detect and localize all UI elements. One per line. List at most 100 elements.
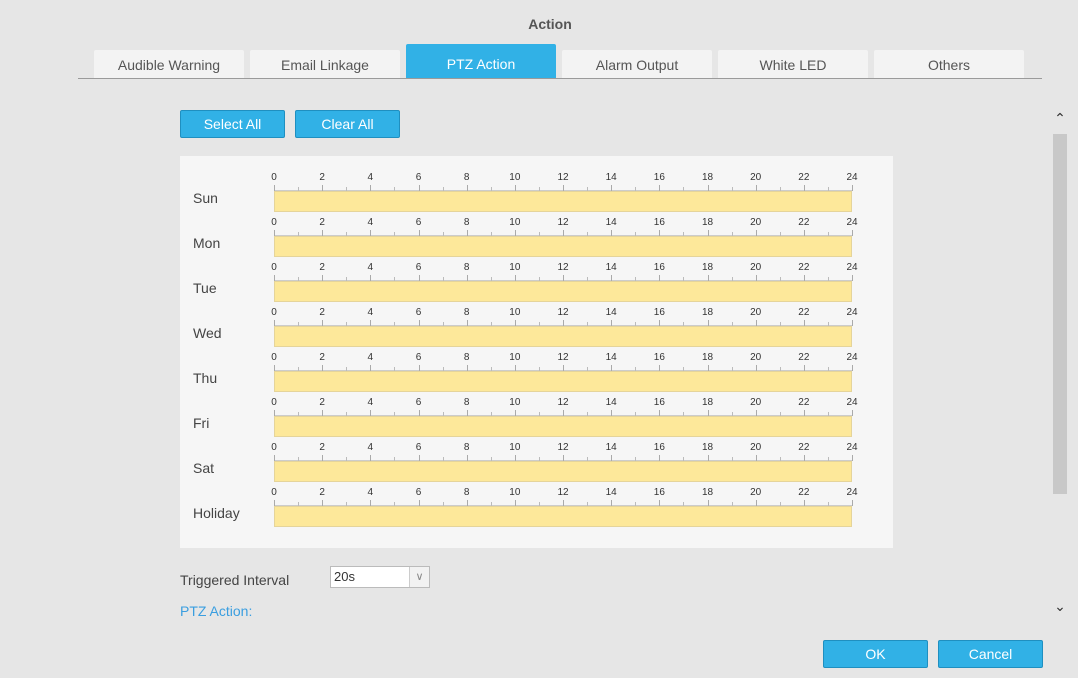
- hour-label: 22: [798, 352, 810, 363]
- hour-label: 6: [415, 487, 422, 498]
- hour-label: 4: [367, 307, 374, 318]
- chevron-up-icon[interactable]: ⌃: [1052, 110, 1068, 126]
- select-all-button[interactable]: Select All: [180, 110, 285, 138]
- schedule-row: Fri 0 2 4 6 8 10 12 14 16 18 20 22 24: [180, 381, 893, 437]
- tab-audible-warning[interactable]: Audible Warning: [94, 50, 244, 78]
- scroll-thumb[interactable]: [1053, 134, 1067, 494]
- hour-label: 12: [557, 442, 569, 453]
- hour-label: 24: [846, 172, 858, 183]
- triggered-interval-label: Triggered Interval: [180, 572, 290, 588]
- hour-label: 10: [509, 172, 521, 183]
- hour-label: 2: [319, 262, 325, 273]
- hour-label: 20: [750, 442, 762, 453]
- ptz-action-label: PTZ Action:: [180, 603, 253, 619]
- hour-label: 8: [463, 262, 470, 273]
- tab-others[interactable]: Others: [874, 50, 1024, 78]
- tab-alarm-output[interactable]: Alarm Output: [562, 50, 712, 78]
- hour-label: 4: [367, 262, 374, 273]
- hour-label: 0: [271, 397, 277, 408]
- hour-label: 14: [605, 307, 617, 318]
- schedule-row: Holiday 0 2 4 6 8 10 12 14 16 18 20 22 24: [180, 471, 893, 527]
- hour-label: 20: [750, 172, 762, 183]
- scrollbar[interactable]: ⌃ ⌄: [1052, 100, 1068, 620]
- clear-all-button[interactable]: Clear All: [295, 110, 400, 138]
- dialog-title: Action: [528, 16, 572, 32]
- hour-label: 0: [271, 352, 277, 363]
- action-dialog: Action Audible Warning Email Linkage PTZ…: [0, 0, 1078, 678]
- hour-label: 4: [367, 217, 374, 228]
- hour-label: 24: [846, 397, 858, 408]
- tab-email-linkage[interactable]: Email Linkage: [250, 50, 400, 78]
- hour-label: 16: [653, 397, 665, 408]
- hour-label: 4: [367, 172, 374, 183]
- triggered-interval-value: 20s: [334, 569, 355, 584]
- tab-white-led[interactable]: White LED: [718, 50, 868, 78]
- hour-label: 24: [846, 217, 858, 228]
- schedule-row: Sun 0 2 4 6 8 10 12 14 16 18 20 22 24: [180, 156, 893, 212]
- hour-label: 16: [653, 307, 665, 318]
- hour-label: 2: [319, 397, 325, 408]
- chevron-down-icon[interactable]: ⌄: [1052, 598, 1068, 614]
- hour-label: 14: [605, 397, 617, 408]
- hour-label: 4: [367, 352, 374, 363]
- hour-label: 20: [750, 307, 762, 318]
- hour-label: 20: [750, 487, 762, 498]
- hour-tick: [852, 365, 853, 371]
- hour-label: 8: [463, 397, 470, 408]
- hour-label: 8: [463, 442, 470, 453]
- hour-label: 22: [798, 172, 810, 183]
- hour-label: 6: [415, 262, 422, 273]
- hour-label: 24: [846, 487, 858, 498]
- hour-label: 0: [271, 487, 277, 498]
- hour-label: 12: [557, 352, 569, 363]
- hour-label: 2: [319, 487, 325, 498]
- hour-label: 14: [605, 487, 617, 498]
- hour-label: 4: [367, 442, 374, 453]
- hour-label: 2: [319, 352, 325, 363]
- hour-label: 24: [846, 442, 858, 453]
- triggered-interval-select[interactable]: 20s ∨: [330, 566, 430, 588]
- hour-label: 10: [509, 262, 521, 273]
- hour-label: 10: [509, 487, 521, 498]
- hour-label: 16: [653, 217, 665, 228]
- hour-label: 2: [319, 172, 325, 183]
- hour-label: 6: [415, 442, 422, 453]
- hour-label: 6: [415, 352, 422, 363]
- schedule-bar[interactable]: [274, 506, 852, 527]
- cancel-button[interactable]: Cancel: [938, 640, 1043, 668]
- hour-label: 22: [798, 442, 810, 453]
- chevron-down-icon[interactable]: ∨: [409, 567, 429, 587]
- ok-button[interactable]: OK: [823, 640, 928, 668]
- hour-label: 8: [463, 487, 470, 498]
- hour-label: 12: [557, 217, 569, 228]
- hour-label: 18: [701, 442, 714, 453]
- hour-label: 10: [509, 442, 521, 453]
- hour-label: 14: [605, 262, 617, 273]
- hour-label: 16: [653, 352, 665, 363]
- hour-label: 8: [463, 172, 470, 183]
- hour-label: 2: [319, 217, 325, 228]
- hour-tick: [852, 320, 853, 326]
- hour-label: 8: [463, 352, 470, 363]
- hour-label: 24: [846, 307, 858, 318]
- hour-label: 10: [509, 217, 521, 228]
- hour-label: 8: [463, 217, 470, 228]
- hour-label: 18: [701, 487, 714, 498]
- tab-ptz-action[interactable]: PTZ Action: [406, 44, 556, 78]
- hour-label: 4: [367, 487, 374, 498]
- hour-label: 18: [701, 262, 714, 273]
- hour-label: 4: [367, 397, 374, 408]
- hour-label: 6: [415, 172, 422, 183]
- schedule-grid: Sun 0 2 4 6 8 10 12 14 16 18 20 22 24 Mon 0 2 4 6 8 10 12 14 16…: [180, 156, 893, 548]
- hour-label: 0: [271, 172, 277, 183]
- hour-label: 0: [271, 307, 277, 318]
- hour-label: 18: [701, 217, 714, 228]
- hour-label: 6: [415, 217, 422, 228]
- hour-tick: [852, 230, 853, 236]
- hour-tick: [852, 410, 853, 416]
- hour-label: 16: [653, 172, 665, 183]
- hour-label: 0: [271, 442, 277, 453]
- schedule-row: Wed 0 2 4 6 8 10 12 14 16 18 20 22 24: [180, 291, 893, 347]
- hour-tick: [852, 455, 853, 461]
- hour-label: 24: [846, 262, 858, 273]
